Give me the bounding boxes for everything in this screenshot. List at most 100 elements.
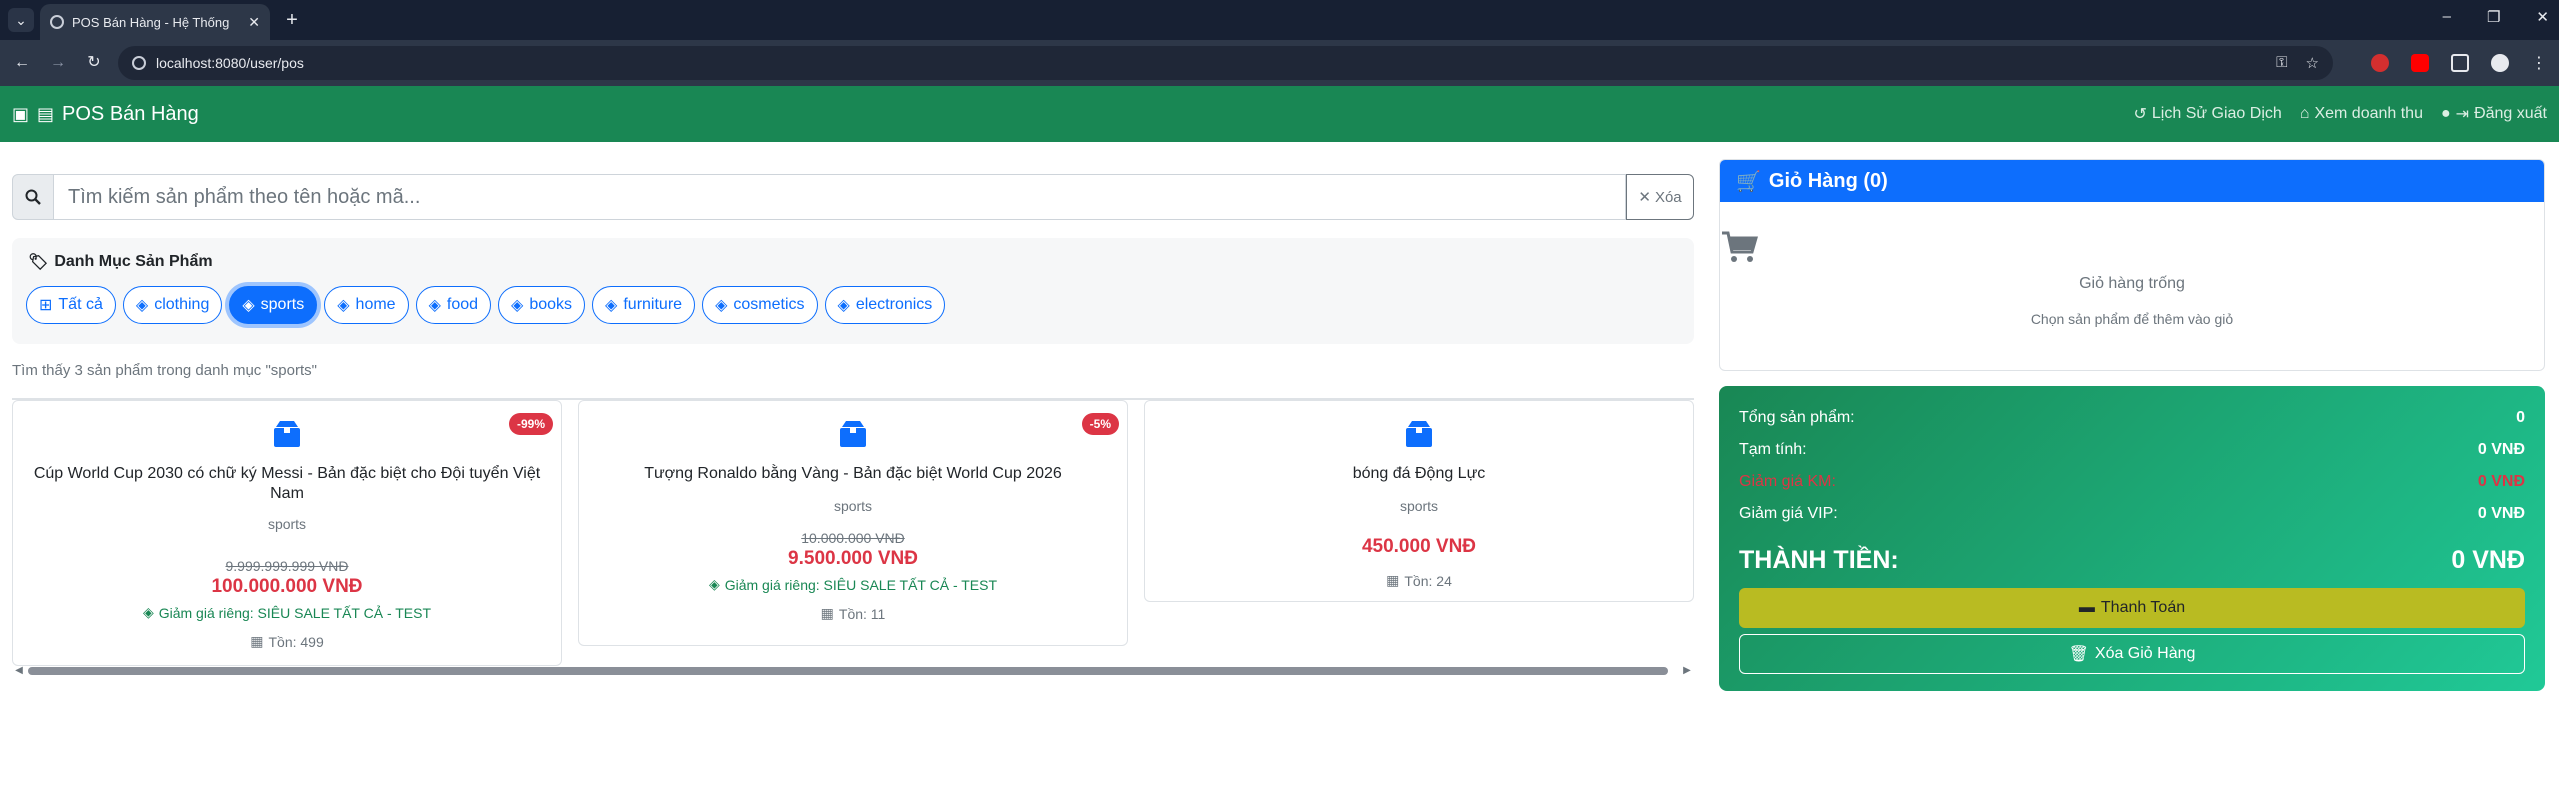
search-group: ✕ Xóa xyxy=(12,174,1694,220)
category-electronics[interactable]: ◈ electronics xyxy=(824,286,946,324)
browser-tab-bar: ⌄ POS Bán Hàng - Hệ Thống ✕ + – ❐ ✕ xyxy=(0,0,2559,40)
category-furniture[interactable]: ◈ furniture xyxy=(592,286,696,324)
product-name: bóng đá Động Lực xyxy=(1352,465,1486,482)
scroll-right-arrow[interactable]: ▶ xyxy=(1680,664,1694,678)
product-name: Cúp World Cup 2030 có chữ ký Messi - Bản… xyxy=(33,465,541,502)
back-button[interactable]: ← xyxy=(10,51,34,75)
app-navbar: ▣ ▤ POS Bán Hàng ↺ Lịch Sử Giao Dịch ⌂ X… xyxy=(0,86,2559,142)
summary-row-subtotal: Tạm tính: 0 VNĐ xyxy=(1739,434,2525,466)
checkout-button[interactable]: ▬ Thanh Toán xyxy=(1739,588,2525,628)
browser-toolbar: ← → ↻ localhost:8080/user/pos ⚿ ☆ ⋮ xyxy=(0,40,2559,86)
category-home[interactable]: ◈ home xyxy=(324,286,409,324)
url-text: localhost:8080/user/pos xyxy=(156,55,304,71)
product-card[interactable]: bóng đá Động Lực sports 450.000 VNĐ ▦ Tồ… xyxy=(1144,400,1694,602)
restore-button[interactable]: ❐ xyxy=(2487,8,2500,26)
boxes-icon: ▦ xyxy=(820,605,834,621)
browser-tab[interactable]: POS Bán Hàng - Hệ Thống ✕ xyxy=(40,4,270,40)
product-old-price: 10.000.000 VNĐ xyxy=(801,530,905,546)
category-label: sports xyxy=(260,296,305,313)
revenue-link[interactable]: ⌂ Xem doanh thu xyxy=(2300,104,2423,124)
category-all[interactable]: ⊞ Tất cả xyxy=(26,286,116,324)
discount-badge: -5% xyxy=(1081,413,1119,435)
search-input[interactable] xyxy=(54,174,1626,220)
product-card[interactable]: -99% Cúp World Cup 2030 có chữ ký Messi … xyxy=(12,400,562,666)
category-label: home xyxy=(355,296,396,313)
logout-link[interactable]: ● ⇥ Đăng xuất xyxy=(2441,104,2547,124)
tab-search-button[interactable]: ⌄ xyxy=(8,8,34,32)
category-label: furniture xyxy=(623,296,683,313)
boxes-icon: ▦ xyxy=(1386,572,1400,588)
summary-value: 0 xyxy=(2516,409,2525,426)
search-icon xyxy=(12,174,54,220)
clear-search-button[interactable]: ✕ Xóa xyxy=(1626,174,1694,220)
extension-red-icon[interactable] xyxy=(2371,54,2389,72)
logout-link-label: Đăng xuất xyxy=(2474,105,2547,122)
youtube-extension-icon[interactable] xyxy=(2411,54,2429,72)
product-promo-text: Giảm giá riêng: SIÊU SALE TẤT CẢ - TEST xyxy=(724,576,998,593)
scroll-left-arrow[interactable]: ◀ xyxy=(12,664,26,678)
product-stock: ▦ Tồn: 11 xyxy=(579,605,1127,622)
new-tab-button[interactable]: + xyxy=(280,8,304,32)
logout-icon: ⇥ xyxy=(2455,106,2470,123)
address-bar[interactable]: localhost:8080/user/pos ⚿ ☆ xyxy=(118,46,2333,80)
grand-total-value: 0 VNĐ xyxy=(2451,545,2525,574)
scrollbar-thumb[interactable] xyxy=(28,667,1668,675)
order-summary: Tổng sản phẩm: 0 Tạm tính: 0 VNĐ Giảm gi… xyxy=(1719,386,2545,691)
grid-icon: ⊞ xyxy=(39,297,53,314)
summary-row-promo: Giảm giá KM: 0 VNĐ xyxy=(1739,466,2525,498)
password-key-icon[interactable]: ⚿ xyxy=(2276,54,2287,72)
home-icon: ⌂ xyxy=(2299,105,2310,122)
register-icon: ▤ xyxy=(37,103,55,124)
product-scrollbar[interactable]: ◀ ▶ xyxy=(12,664,1694,678)
category-label: cosmetics xyxy=(733,296,805,313)
category-books[interactable]: ◈ books xyxy=(498,286,586,324)
bookmark-star-icon[interactable]: ☆ xyxy=(2306,54,2319,72)
history-link[interactable]: ↺ Lịch Sử Giao Dịch xyxy=(2134,104,2282,124)
cart-panel: 🛒 Giỏ Hàng (0) Giỏ hàng trống Chọn sản p… xyxy=(1719,159,2545,371)
product-promo: ◈ Giảm giá riêng: SIÊU SALE TẤT CẢ - TES… xyxy=(579,576,1127,593)
cart-hint: Chọn sản phẩm để thêm vào giỏ xyxy=(2030,311,2234,327)
brand-title: POS Bán Hàng xyxy=(62,102,199,125)
category-label: books xyxy=(529,296,573,313)
clear-cart-label: Xóa Giỏ Hàng xyxy=(2094,645,2196,662)
close-window-button[interactable]: ✕ xyxy=(2536,8,2549,26)
clear-search-label: Xóa xyxy=(1654,188,1682,206)
close-tab-icon[interactable]: ✕ xyxy=(248,14,260,31)
summary-label: Giảm giá KM: xyxy=(1739,473,1836,490)
tag-icon: ◈ xyxy=(837,297,850,314)
category-title: 🏷 Danh Mục Sản Phẩm xyxy=(28,252,1680,272)
box-icon xyxy=(274,421,300,447)
tag-icon: ◈ xyxy=(708,576,720,592)
extensions-puzzle-icon[interactable] xyxy=(2451,54,2469,72)
summary-label: Giảm giá VIP: xyxy=(1739,505,1838,522)
history-link-label: Lịch Sử Giao Dịch xyxy=(2151,105,2282,122)
user-icon: ● xyxy=(2440,105,2451,122)
category-food[interactable]: ◈ food xyxy=(415,286,492,324)
browser-menu-icon[interactable]: ⋮ xyxy=(2531,53,2547,73)
category-label: electronics xyxy=(855,296,933,313)
category-panel: 🏷 Danh Mục Sản Phẩm ⊞ Tất cả ◈ clothing … xyxy=(12,238,1694,344)
category-clothing[interactable]: ◈ clothing xyxy=(122,286,223,324)
brand[interactable]: ▣ ▤ POS Bán Hàng xyxy=(12,103,199,126)
minimize-button[interactable]: – xyxy=(2443,8,2451,26)
results-count: Tìm thấy 3 sản phẩm trong danh mục "spor… xyxy=(12,362,317,379)
reload-button[interactable]: ↻ xyxy=(82,51,106,75)
cart-icon: 🛒 xyxy=(1736,170,1761,193)
site-info-icon[interactable] xyxy=(132,56,146,70)
category-list: ⊞ Tất cả ◈ clothing ◈ sports ◈ home ◈ fo… xyxy=(26,286,1680,324)
forward-button[interactable]: → xyxy=(46,51,70,75)
product-category: sports xyxy=(267,516,307,532)
cart-empty-text: Giỏ hàng trống xyxy=(2079,275,2185,292)
product-card[interactable]: -5% Tượng Ronaldo bằng Vàng - Bản đặc bi… xyxy=(578,400,1128,646)
tab-title: POS Bán Hàng - Hệ Thống xyxy=(72,14,230,30)
clear-cart-button[interactable]: 🗑 Xóa Giỏ Hàng xyxy=(1739,634,2525,674)
summary-value: 0 VNĐ xyxy=(2477,505,2525,522)
product-list: -99% Cúp World Cup 2030 có chữ ký Messi … xyxy=(12,398,1694,668)
cart-title: Giỏ Hàng (0) xyxy=(1768,169,1888,192)
category-label: clothing xyxy=(154,296,210,313)
category-cosmetics[interactable]: ◈ cosmetics xyxy=(702,286,818,324)
product-stock-text: Tồn: 11 xyxy=(838,605,886,622)
category-sports[interactable]: ◈ sports xyxy=(229,286,318,324)
profile-avatar[interactable] xyxy=(2491,54,2509,72)
product-stock-text: Tồn: 499 xyxy=(268,633,324,650)
